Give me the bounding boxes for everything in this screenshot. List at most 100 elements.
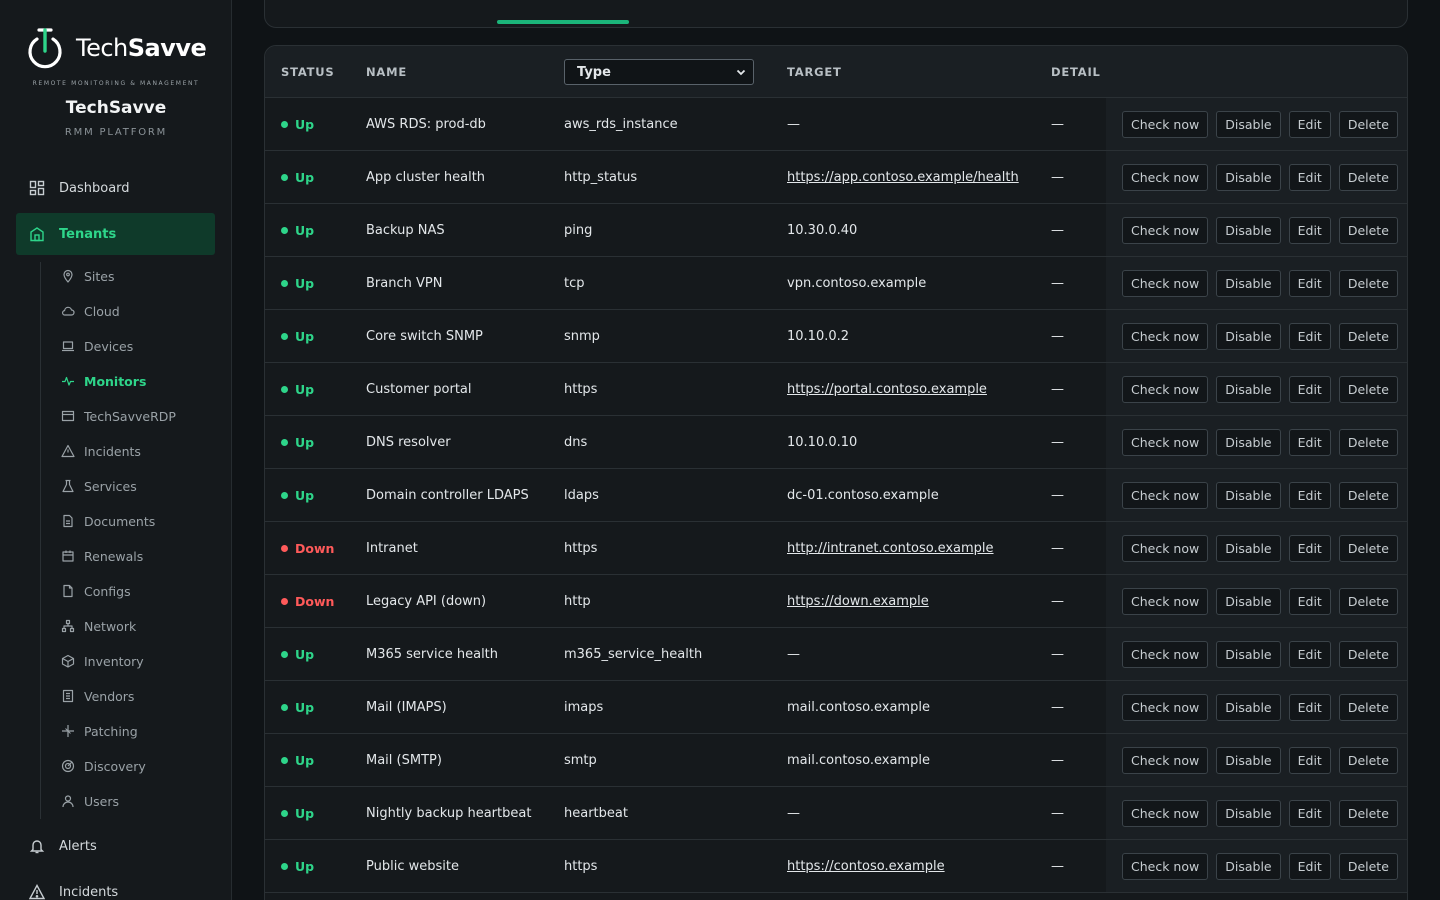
disable-button[interactable]: Disable [1216, 800, 1281, 827]
monitor-type: imaps [564, 699, 604, 715]
edit-button[interactable]: Edit [1288, 111, 1331, 138]
status-dot [281, 385, 288, 393]
check-now-button[interactable]: Check now [1122, 588, 1209, 615]
target-link[interactable]: https://app.contoso.example/health [787, 151, 1019, 203]
delete-button[interactable]: Delete [1338, 694, 1398, 721]
disable-button[interactable]: Disable [1216, 588, 1281, 615]
check-now-button[interactable]: Check now [1122, 694, 1209, 721]
check-now-button[interactable]: Check now [1122, 853, 1209, 880]
target-link[interactable]: http://intranet.contoso.example [787, 522, 994, 574]
status-label: Up [295, 116, 315, 132]
nav-dashboard[interactable]: Dashboard [16, 167, 215, 209]
monitor-name: Backup NAS [366, 222, 445, 238]
disable-button[interactable]: Disable [1216, 111, 1281, 138]
nav-tenants[interactable]: Tenants [16, 213, 215, 255]
subnav-item-configs[interactable]: Configs [61, 581, 131, 601]
subnav-item-vendors[interactable]: Vendors [61, 686, 134, 706]
status-dot [281, 756, 288, 764]
monitor-type: http [564, 593, 591, 609]
delete-button[interactable]: Delete [1338, 217, 1398, 244]
delete-button[interactable]: Delete [1338, 164, 1398, 191]
disable-button[interactable]: Disable [1216, 535, 1281, 562]
edit-button[interactable]: Edit [1288, 429, 1331, 456]
delete-button[interactable]: Delete [1338, 270, 1398, 297]
monitor-name: Intranet [366, 540, 418, 556]
disable-button[interactable]: Disable [1216, 323, 1281, 350]
disable-button[interactable]: Disable [1216, 853, 1281, 880]
delete-button[interactable]: Delete [1338, 800, 1398, 827]
subnav-item-users[interactable]: Users [61, 791, 119, 811]
delete-button[interactable]: Delete [1338, 376, 1398, 403]
edit-button[interactable]: Edit [1288, 694, 1331, 721]
disable-button[interactable]: Disable [1216, 641, 1281, 668]
subnav-item-patching[interactable]: Patching [61, 721, 138, 741]
subnav-item-incidents[interactable]: Incidents [61, 441, 141, 461]
check-now-button[interactable]: Check now [1122, 482, 1209, 509]
subnav-item-cloud[interactable]: Cloud [61, 301, 120, 321]
edit-button[interactable]: Edit [1288, 588, 1331, 615]
subnav-item-network[interactable]: Network [61, 616, 136, 636]
disable-button[interactable]: Disable [1216, 164, 1281, 191]
disable-button[interactable]: Disable [1216, 694, 1281, 721]
edit-button[interactable]: Edit [1288, 853, 1331, 880]
subnav-item-discovery[interactable]: Discovery [61, 756, 146, 776]
check-now-button[interactable]: Check now [1122, 641, 1209, 668]
check-now-button[interactable]: Check now [1122, 111, 1209, 138]
check-now-button[interactable]: Check now [1122, 323, 1209, 350]
type-filter-select[interactable]: Type [564, 59, 754, 85]
status-label: Up [295, 434, 315, 450]
check-now-button[interactable]: Check now [1122, 747, 1209, 774]
edit-button[interactable]: Edit [1288, 270, 1331, 297]
subnav-item-sites[interactable]: Sites [61, 266, 115, 286]
delete-button[interactable]: Delete [1338, 482, 1398, 509]
logo[interactable]: TechSavve [26, 27, 207, 69]
edit-button[interactable]: Edit [1288, 747, 1331, 774]
sparkle-icon [62, 725, 74, 737]
subnav-item-documents[interactable]: Documents [61, 511, 155, 531]
disable-button[interactable]: Disable [1216, 376, 1281, 403]
check-now-button[interactable]: Check now [1122, 429, 1209, 456]
nav-alerts[interactable]: Alerts [16, 825, 215, 867]
delete-button[interactable]: Delete [1338, 111, 1398, 138]
disable-button[interactable]: Disable [1216, 747, 1281, 774]
delete-button[interactable]: Delete [1338, 429, 1398, 456]
check-now-button[interactable]: Check now [1122, 800, 1209, 827]
delete-button[interactable]: Delete [1338, 323, 1398, 350]
edit-button[interactable]: Edit [1288, 376, 1331, 403]
edit-button[interactable]: Edit [1288, 323, 1331, 350]
target-link[interactable]: https://down.example [787, 575, 929, 627]
subnav-item-services[interactable]: Services [61, 476, 137, 496]
edit-button[interactable]: Edit [1288, 164, 1331, 191]
status-badge: Up [281, 469, 314, 521]
delete-button[interactable]: Delete [1338, 853, 1398, 880]
status-badge: Up [281, 628, 314, 680]
check-now-button[interactable]: Check now [1122, 270, 1209, 297]
edit-button[interactable]: Edit [1288, 535, 1331, 562]
disable-button[interactable]: Disable [1216, 429, 1281, 456]
check-now-button[interactable]: Check now [1122, 535, 1209, 562]
check-now-button[interactable]: Check now [1122, 217, 1209, 244]
subnav-item-devices[interactable]: Devices [61, 336, 133, 356]
edit-button[interactable]: Edit [1288, 217, 1331, 244]
check-now-button[interactable]: Check now [1122, 164, 1209, 191]
file-icon [63, 584, 73, 598]
delete-button[interactable]: Delete [1338, 535, 1398, 562]
subnav-item-renewals[interactable]: Renewals [61, 546, 143, 566]
edit-button[interactable]: Edit [1288, 482, 1331, 509]
nav-incidents[interactable]: Incidents [16, 871, 215, 900]
delete-button[interactable]: Delete [1338, 747, 1398, 774]
subnav-item-inventory[interactable]: Inventory [61, 651, 144, 671]
disable-button[interactable]: Disable [1216, 482, 1281, 509]
edit-button[interactable]: Edit [1288, 641, 1331, 668]
disable-button[interactable]: Disable [1216, 217, 1281, 244]
edit-button[interactable]: Edit [1288, 800, 1331, 827]
check-now-button[interactable]: Check now [1122, 376, 1209, 403]
subnav-item-techsavverdp[interactable]: TechSavveRDP [61, 406, 176, 426]
delete-button[interactable]: Delete [1338, 641, 1398, 668]
subnav-item-monitors[interactable]: Monitors [61, 371, 146, 391]
disable-button[interactable]: Disable [1216, 270, 1281, 297]
target-link[interactable]: https://contoso.example [787, 840, 945, 892]
vendor-icon [62, 689, 74, 703]
delete-button[interactable]: Delete [1338, 588, 1398, 615]
target-link[interactable]: https://portal.contoso.example [787, 363, 987, 415]
